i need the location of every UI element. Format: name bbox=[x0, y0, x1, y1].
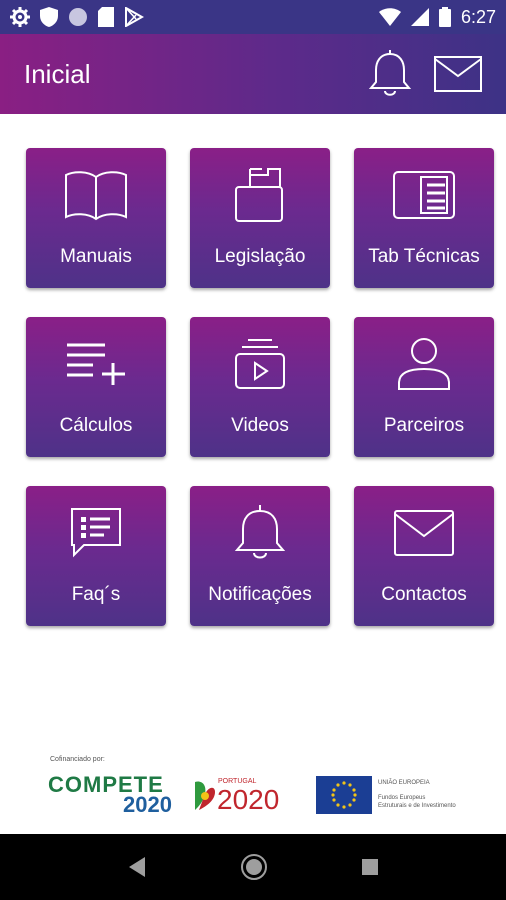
tile-label: Parceiros bbox=[383, 415, 465, 436]
eu-subtitle: Fundos Europeus Estruturais e de Investi… bbox=[378, 794, 456, 811]
portugal-flag-icon bbox=[195, 781, 215, 810]
tile-manuais[interactable]: Manuais bbox=[26, 148, 166, 288]
tile-faqs[interactable]: Faq´s bbox=[26, 486, 166, 626]
status-left-icons bbox=[10, 7, 144, 27]
tile-calculos[interactable]: Cálculos bbox=[26, 317, 166, 457]
table-doc-icon bbox=[393, 164, 455, 226]
eu-line-2: Estruturais e de Investimento bbox=[378, 803, 456, 810]
portugal-year: 2020 bbox=[217, 784, 280, 815]
tile-label: Faq´s bbox=[71, 584, 121, 605]
tile-legislacao[interactable]: Legislação bbox=[190, 148, 330, 288]
list-plus-icon bbox=[65, 333, 127, 395]
status-right-icons: 6:27 bbox=[378, 6, 496, 28]
eu-title: UNIÃO EUROPEIA bbox=[378, 780, 430, 786]
tile-label: Manuais bbox=[60, 246, 132, 267]
signal-icon bbox=[410, 8, 429, 26]
compete-logo: COMPETE 2020 bbox=[48, 772, 178, 818]
tile-label: Legislação bbox=[214, 246, 306, 267]
envelope-icon bbox=[394, 502, 454, 564]
bell-icon bbox=[234, 502, 286, 564]
back-icon[interactable] bbox=[127, 856, 147, 878]
wifi-icon bbox=[378, 8, 401, 26]
tile-contactos[interactable]: Contactos bbox=[354, 486, 494, 626]
tile-label: Cálculos bbox=[59, 415, 133, 436]
video-play-icon bbox=[234, 333, 286, 395]
document-stack-icon bbox=[234, 164, 286, 226]
tile-label: Tab Técnicas bbox=[368, 246, 480, 267]
system-nav-bar bbox=[0, 834, 506, 900]
app-bar: Inicial bbox=[0, 34, 506, 114]
eu-flag-icon bbox=[316, 776, 372, 814]
shield-icon bbox=[40, 7, 58, 27]
menu-grid: Manuais Legislação Tab Técnicas Cálculos… bbox=[26, 148, 496, 626]
play-store-icon bbox=[125, 7, 144, 27]
tile-label: Videos bbox=[231, 415, 289, 436]
book-icon bbox=[64, 164, 128, 226]
battery-icon bbox=[438, 7, 451, 27]
sd-card-icon bbox=[98, 7, 114, 27]
page-title: Inicial bbox=[24, 58, 91, 89]
cofinanced-text: Cofinanciado por: bbox=[50, 756, 105, 763]
status-time: 6:27 bbox=[460, 6, 496, 27]
tile-tab-tecnicas[interactable]: Tab Técnicas bbox=[354, 148, 494, 288]
tile-label: Notificações bbox=[208, 584, 312, 605]
recents-icon[interactable] bbox=[361, 858, 379, 876]
funding-footer: Cofinanciado por: COMPETE 2020 PORTUGAL … bbox=[48, 756, 468, 826]
app-bar-actions bbox=[368, 50, 482, 98]
envelope-icon[interactable] bbox=[434, 56, 482, 92]
tile-parceiros[interactable]: Parceiros bbox=[354, 317, 494, 457]
person-icon bbox=[397, 333, 451, 395]
eu-line-1: Fundos Europeus bbox=[378, 795, 426, 801]
eu-logo: UNIÃO EUROPEIA Fundos Europeus Estrutura… bbox=[316, 776, 476, 816]
gear-icon bbox=[10, 7, 30, 27]
tile-label: Contactos bbox=[381, 584, 467, 605]
home-icon[interactable] bbox=[240, 853, 268, 881]
portugal-2020-logo: PORTUGAL 2020 bbox=[193, 776, 308, 820]
status-bar: 6:27 bbox=[0, 0, 506, 34]
bell-icon[interactable] bbox=[368, 50, 412, 98]
circle-icon bbox=[69, 8, 87, 26]
chat-list-icon bbox=[70, 502, 122, 564]
tile-videos[interactable]: Videos bbox=[190, 317, 330, 457]
tile-notificacoes[interactable]: Notificações bbox=[190, 486, 330, 626]
